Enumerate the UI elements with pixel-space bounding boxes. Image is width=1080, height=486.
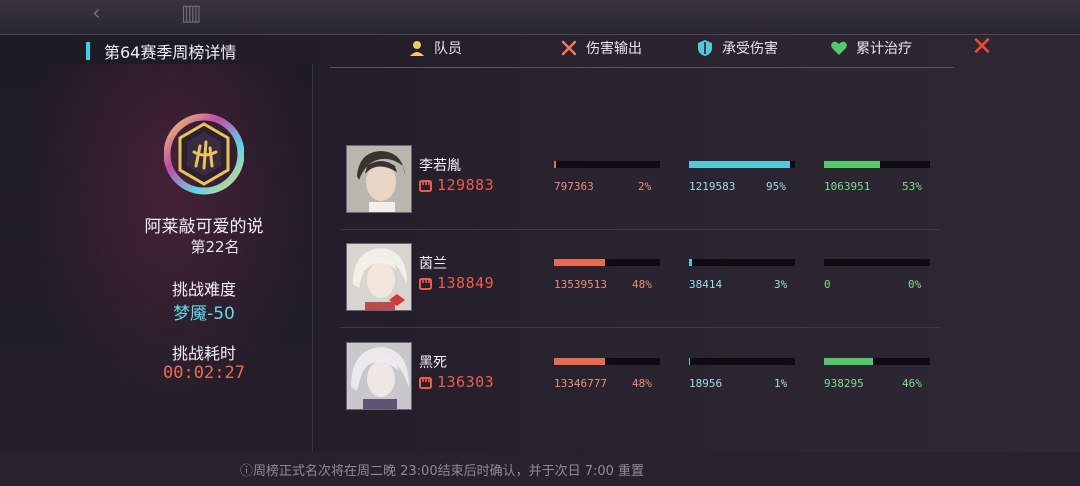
close-button[interactable]: ✕ — [970, 34, 994, 60]
member-name: 茵兰 — [419, 256, 447, 272]
damage-bar — [554, 358, 660, 365]
taken-value: 18956 — [689, 377, 723, 390]
person-icon — [410, 41, 424, 56]
col-member: 队员 — [408, 38, 462, 58]
member-name: 李若胤 — [419, 158, 461, 174]
heal-value: 0 — [824, 278, 831, 291]
power-value: 129883 — [437, 176, 495, 194]
damage-bar — [554, 259, 660, 266]
col-damage-label: 伤害输出 — [586, 41, 642, 57]
col-taken: 承受伤害 — [696, 38, 778, 58]
member-row[interactable]: 李若胤 129883 797363 2% 1219583 95% 1063951… — [330, 134, 940, 231]
heal-value: 938295 — [824, 377, 864, 390]
taken-value: 38414 — [689, 278, 723, 291]
panel-header: 第64赛季周榜详情 — [86, 39, 236, 63]
close-x-icon: ✕ — [971, 32, 993, 62]
back-chevron-icon[interactable]: ‹ — [92, 3, 101, 25]
avatar — [346, 243, 412, 311]
avatar — [346, 145, 412, 213]
divider — [312, 64, 313, 452]
taken-bar — [689, 161, 795, 168]
member-row[interactable]: 茵兰 138849 13539513 48% 38414 3% 0 0% — [330, 232, 940, 329]
heal-value: 1063951 — [824, 180, 871, 193]
member-name: 黑死 — [419, 355, 447, 371]
city-icon[interactable]: ▥ — [181, 3, 202, 25]
page-title: 第64赛季周榜详情 — [104, 43, 237, 62]
member-row[interactable]: 黑死 136303 13346777 48% 18956 1% 938295 4… — [330, 331, 940, 428]
damage-bar — [554, 161, 660, 168]
crossed-swords-icon — [561, 40, 577, 56]
heal-bar — [824, 161, 930, 168]
stats-header: 队员 伤害输出 承受伤害 累计治疗 — [330, 34, 954, 68]
power: 129883 — [419, 176, 494, 194]
top-nav: ‹ ▥ — [92, 3, 202, 25]
damage-value: 13346777 — [554, 377, 607, 390]
col-heal: 累计治疗 — [830, 38, 912, 58]
col-heal-label: 累计治疗 — [856, 41, 912, 57]
title-accent — [86, 42, 90, 60]
col-damage: 伤害输出 — [560, 38, 642, 58]
taken-percent: 95% — [766, 180, 786, 193]
heal-bar — [824, 259, 930, 266]
taken-bar — [689, 358, 795, 365]
fist-icon — [419, 377, 432, 389]
heal-percent: 53% — [902, 180, 922, 193]
damage-percent: 48% — [632, 377, 652, 390]
heal-percent: 46% — [902, 377, 922, 390]
taken-percent: 1% — [774, 377, 788, 390]
damage-value: 797363 — [554, 180, 594, 193]
taken-bar — [689, 259, 795, 266]
taken-percent: 3% — [774, 278, 788, 291]
row-divider — [340, 229, 940, 230]
fist-icon — [419, 180, 432, 192]
heart-icon — [831, 41, 847, 55]
damage-value: 13539513 — [554, 278, 607, 291]
player-summary — [0, 64, 312, 452]
power-value: 136303 — [437, 373, 495, 391]
damage-percent: 48% — [632, 278, 652, 291]
col-taken-label: 承受伤害 — [722, 41, 778, 57]
avatar — [346, 342, 412, 410]
col-member-label: 队员 — [434, 41, 462, 57]
rank-emblem-icon — [164, 113, 244, 195]
damage-percent: 2% — [638, 180, 652, 193]
heal-bar — [824, 358, 930, 365]
row-divider — [340, 327, 940, 328]
heal-percent: 0% — [908, 278, 922, 291]
shield-icon — [698, 40, 712, 56]
taken-value: 1219583 — [689, 180, 736, 193]
fist-icon — [419, 278, 432, 290]
power: 138849 — [419, 274, 494, 292]
power: 136303 — [419, 373, 494, 391]
power-value: 138849 — [437, 274, 495, 292]
reset-hint: ⓘ周榜正式名次将在周二晚 23:00结束后时确认，并于次日 7:00 重置 — [240, 464, 645, 479]
